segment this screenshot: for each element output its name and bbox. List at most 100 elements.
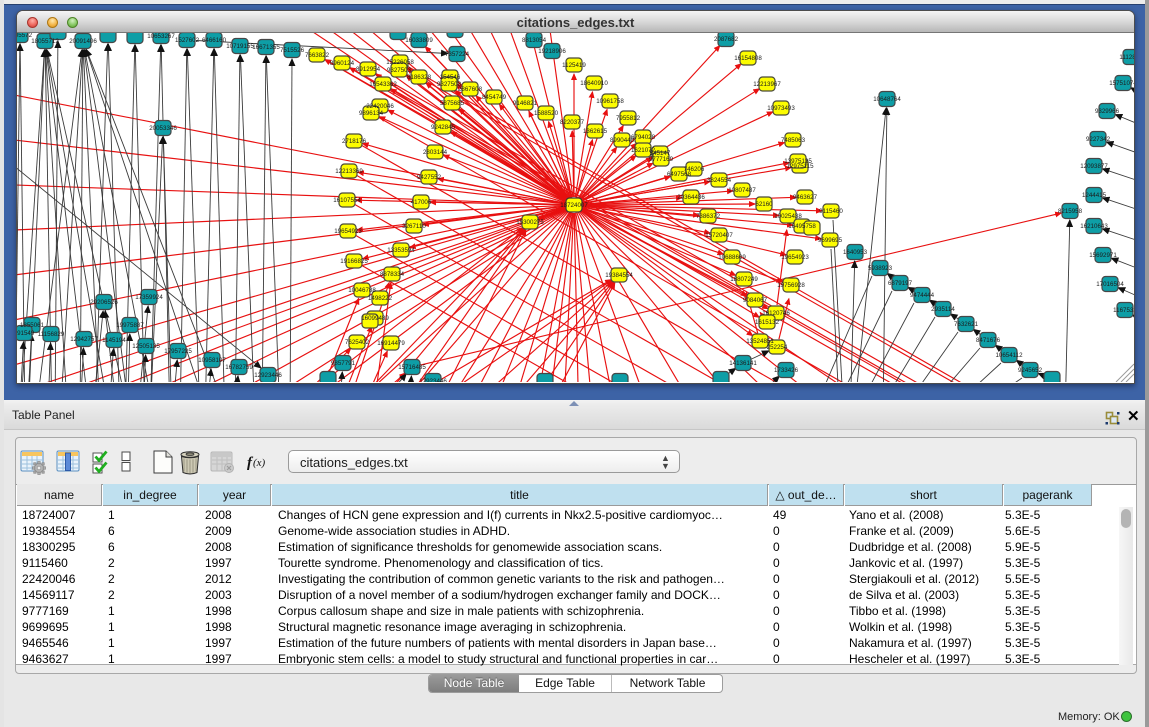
svg-text:8220377: 8220377 bbox=[560, 119, 585, 126]
svg-text:9084067: 9084067 bbox=[743, 297, 768, 304]
svg-text:417006: 417006 bbox=[411, 199, 432, 206]
svg-text:1855061: 1855061 bbox=[20, 322, 45, 329]
svg-text:1145194: 1145194 bbox=[102, 337, 126, 344]
svg-text:12923446: 12923446 bbox=[254, 372, 282, 379]
svg-text:13353594: 13353594 bbox=[387, 247, 415, 254]
svg-text:13975125: 13975125 bbox=[784, 158, 812, 165]
svg-text:18807249: 18807249 bbox=[730, 276, 758, 283]
svg-text:19384554: 19384554 bbox=[605, 272, 633, 279]
svg-text:9327503: 9327503 bbox=[387, 67, 412, 74]
svg-text:2867608: 2867608 bbox=[458, 86, 483, 93]
svg-text:2935114: 2935114 bbox=[931, 306, 955, 313]
svg-text:14136141: 14136141 bbox=[729, 360, 757, 367]
svg-text:7663822: 7663822 bbox=[305, 52, 330, 59]
svg-text:20206526: 20206526 bbox=[90, 299, 118, 306]
svg-text:16543362: 16543362 bbox=[369, 81, 397, 88]
svg-text:16099489: 16099489 bbox=[361, 315, 389, 322]
svg-text:9242845: 9242845 bbox=[431, 124, 456, 131]
svg-text:6794028: 6794028 bbox=[631, 134, 656, 141]
svg-text:1615132: 1615132 bbox=[755, 319, 780, 326]
svg-text:19756928: 19756928 bbox=[777, 282, 805, 289]
svg-text:16107554: 16107554 bbox=[333, 197, 361, 204]
svg-text:10719155: 10719155 bbox=[226, 43, 254, 50]
svg-text:1167533: 1167533 bbox=[1113, 307, 1134, 314]
svg-text:9699695: 9699695 bbox=[818, 237, 843, 244]
svg-text:3267110: 3267110 bbox=[402, 223, 426, 230]
svg-text:8878334: 8878334 bbox=[380, 271, 405, 278]
svg-text:18640910: 18640910 bbox=[580, 80, 608, 87]
svg-text:17016504: 17016504 bbox=[1096, 281, 1124, 288]
svg-text:1244415: 1244415 bbox=[1082, 192, 1107, 199]
svg-text:15226058: 15226058 bbox=[386, 59, 414, 66]
svg-text:10807487: 10807487 bbox=[728, 187, 756, 194]
svg-text:11156829: 11156829 bbox=[38, 331, 65, 338]
svg-text:1362615: 1362615 bbox=[583, 128, 608, 135]
svg-text:1125419: 1125419 bbox=[562, 62, 586, 69]
svg-text:3824554: 3824554 bbox=[707, 177, 732, 184]
svg-text:7515526: 7515526 bbox=[280, 47, 305, 54]
svg-text:16495758: 16495758 bbox=[788, 223, 816, 230]
svg-text:1588520: 1588520 bbox=[534, 110, 559, 117]
svg-text:18055712: 18055712 bbox=[31, 38, 59, 45]
svg-text:15720407: 15720407 bbox=[705, 232, 733, 239]
svg-text:16210643: 16210643 bbox=[1080, 223, 1108, 230]
svg-text:2803144: 2803144 bbox=[423, 149, 448, 156]
svg-text:154546: 154546 bbox=[440, 74, 461, 81]
svg-text:10025438: 10025438 bbox=[774, 213, 802, 220]
svg-text:1112890: 1112890 bbox=[1119, 54, 1134, 61]
svg-text:15692971: 15692971 bbox=[1089, 252, 1117, 259]
svg-text:15300275: 15300275 bbox=[516, 219, 544, 226]
svg-text:252254: 252254 bbox=[767, 344, 788, 351]
svg-text:17957225: 17957225 bbox=[164, 348, 192, 355]
svg-text:10688609: 10688609 bbox=[718, 254, 746, 261]
svg-text:6879197: 6879197 bbox=[888, 280, 913, 287]
svg-text:22420046: 22420046 bbox=[366, 103, 394, 110]
svg-text:1498222: 1498222 bbox=[368, 295, 393, 302]
svg-text:16671355: 16671355 bbox=[252, 44, 280, 51]
svg-text:17359924: 17359924 bbox=[135, 294, 163, 301]
svg-text:16033809: 16033809 bbox=[405, 37, 433, 44]
svg-text:15716485: 15716485 bbox=[398, 364, 426, 371]
svg-text:10958107: 10958107 bbox=[198, 357, 226, 364]
svg-text:7955812: 7955812 bbox=[616, 115, 641, 122]
svg-text:7357224: 7357224 bbox=[445, 51, 470, 58]
svg-text:8813054: 8813054 bbox=[522, 37, 547, 44]
svg-text:2718176: 2718176 bbox=[342, 138, 367, 145]
svg-text:15751074: 15751074 bbox=[1109, 80, 1134, 87]
svg-text:9896134: 9896134 bbox=[359, 110, 384, 117]
svg-text:19975887: 19975887 bbox=[116, 322, 144, 329]
svg-text:12213967: 12213967 bbox=[753, 81, 781, 88]
svg-text:19218906: 19218906 bbox=[538, 48, 566, 55]
svg-text:19654923: 19654923 bbox=[334, 228, 362, 235]
svg-text:5938923: 5938923 bbox=[868, 265, 893, 272]
svg-text:9115460: 9115460 bbox=[819, 208, 843, 215]
svg-text:9463627: 9463627 bbox=[793, 194, 818, 201]
svg-text:20091406: 20091406 bbox=[69, 38, 97, 45]
svg-text:8454749: 8454749 bbox=[482, 94, 507, 101]
svg-text:7632621: 7632621 bbox=[954, 321, 979, 328]
svg-text:62160: 62160 bbox=[755, 201, 773, 208]
svg-text:8186328: 8186328 bbox=[407, 74, 432, 81]
svg-text:9329966: 9329966 bbox=[1095, 108, 1120, 115]
svg-text:7485063: 7485063 bbox=[781, 137, 806, 144]
svg-text:20364436: 20364436 bbox=[677, 194, 705, 201]
svg-text:12093877: 12093877 bbox=[1080, 163, 1108, 170]
svg-text:16782759: 16782759 bbox=[225, 364, 253, 371]
svg-text:8960124: 8960124 bbox=[330, 60, 355, 67]
svg-text:8215958: 8215958 bbox=[1058, 208, 1083, 215]
svg-text:12505135: 12505135 bbox=[132, 343, 160, 350]
svg-text:10046788: 10046788 bbox=[348, 287, 376, 294]
svg-text:16120746: 16120746 bbox=[762, 310, 790, 317]
svg-text:19654923: 19654923 bbox=[781, 254, 809, 261]
svg-text:10654112: 10654112 bbox=[995, 352, 1023, 359]
svg-text:7625402: 7625402 bbox=[345, 339, 370, 346]
svg-text:12942757: 12942757 bbox=[70, 336, 98, 343]
svg-text:2087682: 2087682 bbox=[714, 36, 739, 43]
svg-text:20053346: 20053346 bbox=[149, 125, 177, 132]
svg-text:19166825: 19166825 bbox=[340, 258, 368, 265]
svg-text:12213369: 12213369 bbox=[335, 168, 363, 175]
svg-text:10653267: 10653267 bbox=[147, 33, 175, 40]
svg-text:1640953: 1640953 bbox=[843, 249, 868, 256]
svg-text:746206: 746206 bbox=[684, 166, 705, 173]
svg-text:9857791: 9857791 bbox=[331, 360, 356, 367]
